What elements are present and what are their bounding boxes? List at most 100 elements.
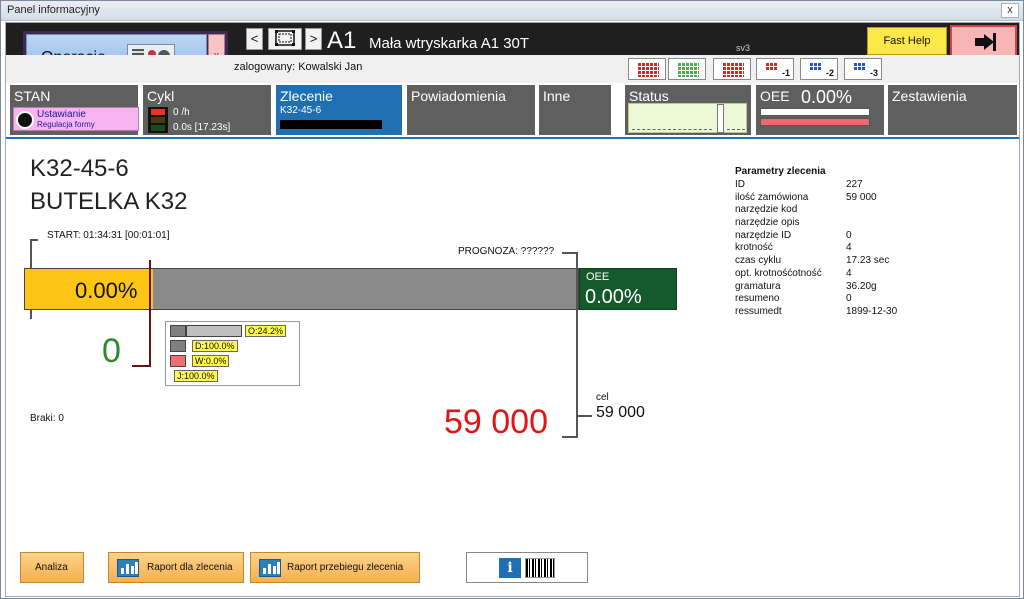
tab-cykl-label: Cykl	[147, 88, 175, 104]
order-run-report-button[interactable]: Raport przebiegu zlecenia	[250, 552, 420, 583]
parameters-list: ID 227 ilość zamówiona 59 000 narzędzie kod n…	[735, 179, 995, 319]
title-bar: Panel informacyjny x	[1, 1, 1023, 21]
window: Panel informacyjny x Operacje x <	[0, 0, 1024, 599]
tab-zlecenie[interactable]: Zlecenie K32-45-6	[276, 85, 402, 135]
analiza-button[interactable]: Analiza	[20, 552, 84, 583]
machine-select-button[interactable]	[268, 28, 302, 50]
order-panel: K32-45-6 BUTELKA K32 START: 01:34:31 [00…	[6, 137, 1019, 596]
cycle-rate: 0 /h	[173, 107, 190, 118]
exit-arrow-icon	[975, 33, 996, 51]
wrench-icon	[16, 111, 34, 129]
legend-tag-o: O:24.2%	[245, 325, 287, 337]
order-progress-percent: 0.00%	[75, 278, 138, 303]
state-line1: Ustawianie	[37, 109, 86, 120]
legend-tag-d: D:100.0%	[192, 340, 238, 352]
tab-stan-label: STAN	[14, 88, 51, 104]
parameter-value: 4	[846, 242, 852, 254]
bar-chart-icon	[117, 559, 139, 577]
view-button-minus2[interactable]: -2	[800, 58, 838, 80]
grid-red-icon	[637, 62, 659, 77]
parameter-row: resumeno 0	[735, 293, 995, 306]
view-button-2[interactable]	[668, 58, 706, 80]
info-barcode-button[interactable]: i	[466, 552, 588, 583]
parameter-value: 0	[846, 293, 852, 305]
parameter-key: krotność	[735, 242, 773, 254]
parameter-value: 0	[846, 229, 852, 241]
tab-oee[interactable]: OEE 0.00%	[756, 85, 884, 135]
order-report-button[interactable]: Raport dla zlecenia	[108, 552, 244, 583]
parameter-row: narzędzie ID 0	[735, 230, 995, 243]
tab-zestawienia[interactable]: Zestawienia	[888, 85, 1017, 135]
parameter-key: narzędzie kod	[735, 204, 798, 216]
logged-in-user: zalogowany: Kowalski Jan	[234, 61, 363, 73]
view-button-minus3[interactable]: -3	[844, 58, 882, 80]
status-timeline	[628, 103, 747, 133]
parameter-key: ressumedt	[735, 305, 782, 317]
order-code: K32-45-6	[30, 155, 129, 182]
window-title: Panel informacyjny	[7, 4, 100, 16]
legend-tag-w: W:0.0%	[192, 355, 230, 367]
tab-stan[interactable]: STAN Ustawianie Regulacja formy	[10, 85, 139, 135]
machine-name: Mała wtryskarka A1 30T	[369, 35, 530, 52]
oee-box-value: 0.00%	[585, 286, 642, 308]
progress-cursor-foot	[132, 365, 151, 367]
parameter-row: opt. krotnośćotność 4	[735, 268, 995, 281]
app-frame: Operacje x < > A1 Mała wtryskarka A1 30	[5, 22, 1020, 597]
tab-cykl[interactable]: Cykl 0 /h 0.0s [17.23s]	[143, 85, 271, 135]
tab-status-label: Status	[629, 88, 669, 104]
fast-help-button[interactable]: Fast Help	[867, 27, 947, 55]
legend-tag-j: J:100.0%	[174, 370, 218, 382]
view-button-1[interactable]	[628, 58, 666, 80]
parameter-key: ilość zamówiona	[735, 191, 809, 203]
parameter-row: narzędzie opis	[735, 217, 995, 230]
parameter-row: ilość zamówiona 59 000	[735, 192, 995, 205]
tab-inne-label: Inne	[543, 88, 571, 104]
parameter-row: krotność 4	[735, 242, 995, 255]
oee-bar-white	[760, 108, 870, 116]
parameter-key: resumeno	[735, 293, 780, 305]
target-quantity-big: 59 000	[444, 403, 548, 441]
tab-inne[interactable]: Inne	[539, 85, 611, 135]
target-value: 59 000	[596, 404, 645, 421]
state-badge: Ustawianie Regulacja formy	[13, 107, 139, 131]
parameter-key: czas cyklu	[735, 255, 782, 267]
top-bar-lower: zalogowany: Kowalski Jan -1 -2 -3	[6, 55, 1019, 83]
barcode-icon	[525, 558, 555, 578]
machine-code: A1	[327, 27, 357, 54]
order-report-label: Raport dla zlecenia	[147, 562, 233, 573]
view-button-minus1-label: -1	[781, 68, 790, 78]
view-button-3[interactable]	[713, 58, 751, 80]
next-machine-button[interactable]: >	[305, 28, 322, 50]
parameter-key: opt. krotnośćotność	[735, 267, 822, 279]
traffic-light-icon	[148, 107, 168, 133]
view-button-minus1[interactable]: -1	[756, 58, 794, 80]
tab-status[interactable]: Status	[625, 85, 751, 135]
parameter-key: ID	[735, 179, 745, 190]
prev-machine-button[interactable]: <	[246, 28, 263, 50]
parameters-title: Parametry zlecenia	[735, 166, 826, 177]
window-close-button[interactable]: x	[1001, 3, 1019, 18]
oee-bar-red	[760, 118, 870, 126]
tab-bar: STAN Ustawianie Regulacja formy Cykl 0 /…	[6, 85, 1019, 135]
exit-button[interactable]	[950, 25, 1017, 57]
parameter-row: czas cyklu 17.23 sec	[735, 255, 995, 268]
parameter-row: gramatura 36.20g	[735, 281, 995, 294]
version-label: sv3	[736, 43, 751, 53]
tab-zlecenie-code: K32-45-6	[280, 105, 322, 116]
parameter-value: 1899-12-30	[846, 305, 898, 317]
grid-small-icon	[809, 62, 821, 71]
tab-zestawienia-label: Zestawienia	[892, 88, 967, 104]
oee-box-label: OEE	[586, 271, 610, 283]
state-line2: Regulacja formy	[37, 120, 95, 129]
parameter-key: gramatura	[735, 280, 781, 292]
order-forecast: PROGNOZA: ??????	[458, 246, 555, 257]
oee-components-legend: O:24.2% D:100.0% W:0.0% J:100.0%	[165, 321, 300, 386]
oee-box: OEE 0.00%	[579, 268, 677, 310]
parameter-value: 17.23 sec	[846, 255, 890, 267]
order-progress: 0.00%	[24, 268, 579, 310]
order-parameters: Parametry zlecenia ID 227 ilość zamówiona 5…	[735, 166, 995, 319]
tab-powiadomienia[interactable]: Powiadomienia	[407, 85, 535, 135]
parameter-key: narzędzie ID	[735, 229, 792, 241]
progress-cursor	[149, 260, 151, 367]
order-start: START: 01:34:31 [00:01:01]	[47, 230, 170, 241]
